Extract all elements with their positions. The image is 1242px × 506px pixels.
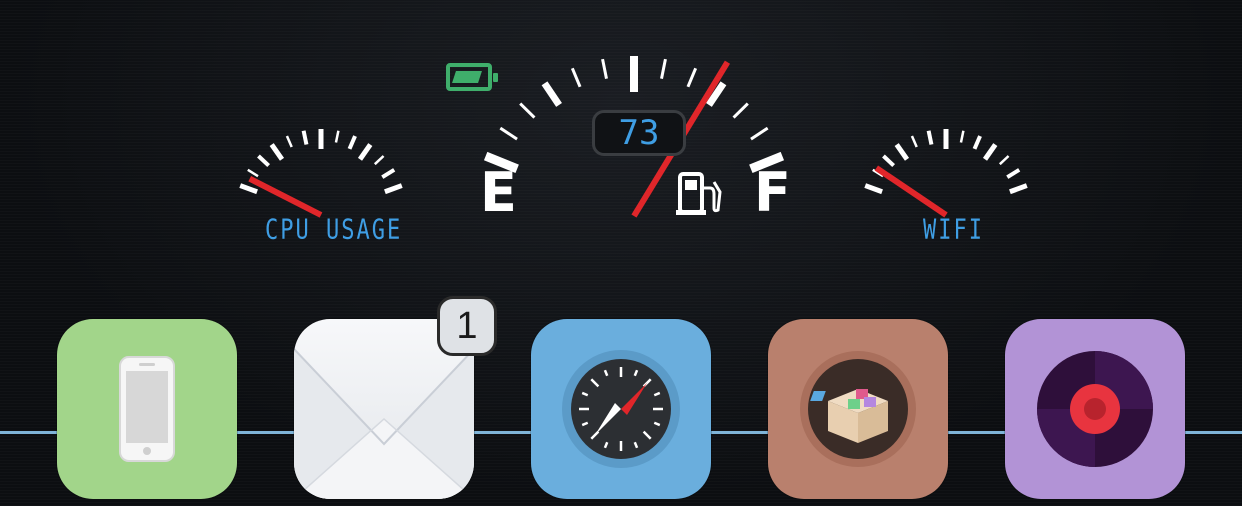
- fuel-empty-label: E: [480, 161, 517, 224]
- cpu-gauge-tick: [334, 130, 340, 143]
- fuel-gauge-tick: [601, 58, 608, 80]
- compass-icon: [562, 350, 680, 468]
- wifi-gauge-tick: [1009, 183, 1028, 195]
- wifi-gauge-tick: [982, 143, 998, 161]
- wifi-gauge-tick: [894, 143, 910, 161]
- package-icon: [800, 351, 916, 467]
- wifi-gauge-tick: [910, 135, 918, 148]
- wifi-gauge-tick: [998, 155, 1010, 166]
- fuel-gauge-tick: [732, 102, 749, 119]
- cpu-gauge-tick: [384, 183, 403, 195]
- wifi-gauge-tick: [1006, 168, 1021, 179]
- wifi-gauge-needle: [874, 165, 948, 218]
- fuel-gauge-tick: [570, 67, 582, 88]
- phone-icon: [119, 356, 175, 462]
- cpu-gauge-needle: [248, 176, 323, 218]
- wifi-gauge-tick: [882, 154, 896, 168]
- cpu-gauge-tick: [373, 155, 385, 166]
- wifi-gauge-tick: [972, 135, 982, 150]
- cpu-gauge-tick: [257, 154, 271, 168]
- cpu-usage-label: CPU USAGE: [265, 214, 403, 247]
- fuel-gauge-tick: [686, 67, 698, 88]
- cpu-gauge-tick: [381, 168, 396, 179]
- cpu-gauge-tick: [269, 143, 285, 161]
- cpu-gauge-tick: [347, 135, 357, 150]
- fuel-readout: 73: [592, 110, 686, 156]
- fuel-gauge-tick: [499, 126, 518, 141]
- record-icon: [1037, 351, 1153, 467]
- safari-app-button[interactable]: [531, 319, 711, 499]
- fuel-full-label: F: [754, 161, 791, 224]
- wifi-gauge-tick: [864, 183, 883, 195]
- cpu-gauge-tick: [247, 168, 259, 178]
- wifi-label: WIFI: [923, 214, 984, 247]
- mail-badge: 1: [437, 296, 497, 356]
- phone-app-button[interactable]: [57, 319, 237, 499]
- fuel-gauge-tick: [519, 102, 536, 119]
- fuel-gauge-tick: [750, 126, 769, 141]
- fuel-gauge-tick: [541, 81, 562, 107]
- fuel-gauge-tick: [660, 58, 667, 80]
- cydia-app-button[interactable]: [768, 319, 948, 499]
- cpu-gauge-tick: [357, 143, 373, 161]
- wifi-gauge-tick: [959, 130, 965, 143]
- cpu-gauge-tick: [239, 183, 258, 195]
- fuel-pump-icon: [676, 170, 724, 218]
- wifi-gauge-tick: [926, 130, 934, 145]
- cpu-gauge-tick: [301, 130, 309, 145]
- cpu-gauge-tick: [285, 135, 293, 148]
- music-app-button[interactable]: [1005, 319, 1185, 499]
